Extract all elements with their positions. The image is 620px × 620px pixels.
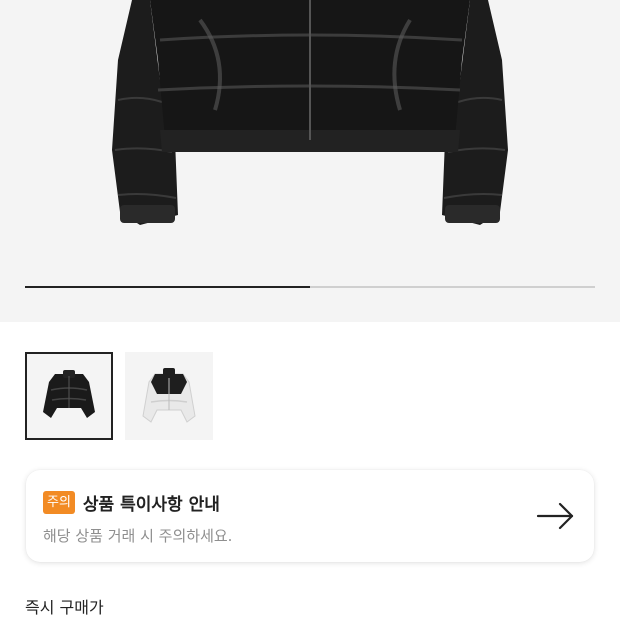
arrow-right-icon[interactable] (536, 500, 576, 536)
product-notice-card[interactable]: 주의 상품 특이사항 안내 해당 상품 거래 시 주의하세요. (26, 470, 594, 562)
notice-title: 상품 특이사항 안내 (82, 495, 220, 515)
instant-purchase-price-label: 즉시 구매가 (25, 598, 104, 617)
notice-header: 주의 상품 특이사항 안내 (43, 490, 220, 515)
thumbnail-white-jacket[interactable] (125, 352, 213, 440)
product-image (112, 0, 508, 225)
thumbnail-strip (25, 352, 213, 440)
black-jacket-thumbnail-image (43, 370, 95, 418)
thumbnail-black-jacket[interactable] (25, 352, 113, 440)
gallery-progress-track (25, 286, 595, 288)
white-jacket-thumbnail-image (142, 368, 196, 423)
gallery-progress-fill (25, 286, 310, 288)
notice-subtitle: 해당 상품 거래 시 주의하세요. (43, 527, 233, 545)
caution-badge: 주의 (43, 491, 75, 514)
product-image-gallery[interactable] (0, 0, 620, 322)
